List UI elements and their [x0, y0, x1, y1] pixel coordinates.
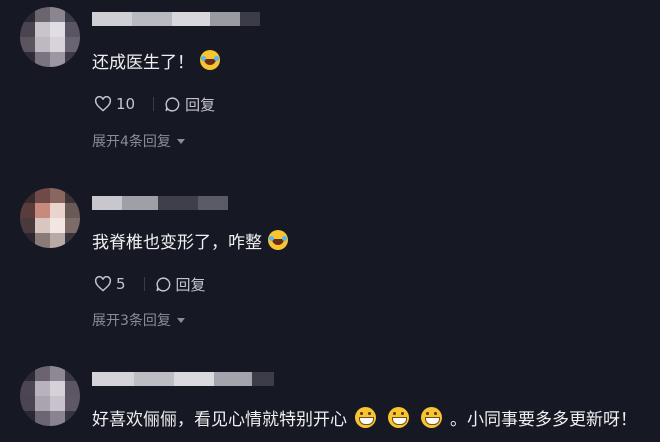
divider [153, 97, 155, 111]
chat-bubble-icon [165, 96, 180, 112]
laughing-tears-emoji [268, 230, 288, 250]
avatar[interactable] [20, 188, 80, 248]
username-redacted [92, 12, 260, 26]
heart-icon [94, 276, 112, 292]
comment-text: 好喜欢俪俪，看见心情就特别开心 。小同事要多多更新呀！ [92, 404, 637, 430]
like-count: 10 [116, 95, 136, 113]
divider [143, 277, 145, 291]
expand-replies-label: 展开3条回复 [92, 313, 171, 329]
username-redacted [92, 372, 274, 386]
grinning-emoji [421, 406, 442, 428]
reply-button[interactable]: 回复 [155, 274, 206, 295]
caret-down-icon [176, 138, 185, 144]
heart-icon [94, 96, 112, 112]
expand-replies-button[interactable]: 展开4条回复 [92, 131, 185, 151]
reply-label: 回复 [175, 275, 206, 294]
caret-down-icon [176, 317, 185, 323]
comment-actions: 5 回复 [94, 274, 224, 294]
grinning-emoji [388, 406, 409, 428]
like-button[interactable]: 5 [94, 275, 126, 293]
reply-label: 回复 [185, 95, 216, 114]
comment-text: 我脊椎也变形了，咋整 [92, 228, 288, 253]
like-count: 5 [116, 275, 126, 293]
reply-button[interactable]: 回复 [164, 94, 215, 115]
username-redacted [92, 196, 228, 210]
avatar[interactable] [20, 7, 80, 67]
chat-bubble-icon [155, 276, 170, 292]
like-button[interactable]: 10 [94, 95, 135, 113]
grinning-emoji [355, 406, 376, 428]
laughing-tears-emoji [200, 50, 220, 70]
comment-actions: 10 回复 [94, 94, 233, 114]
expand-replies-label: 展开4条回复 [92, 134, 171, 150]
expand-replies-button[interactable]: 展开3条回复 [92, 310, 185, 330]
avatar[interactable] [20, 366, 80, 426]
comment-text: 还成医生了！ [92, 48, 220, 73]
